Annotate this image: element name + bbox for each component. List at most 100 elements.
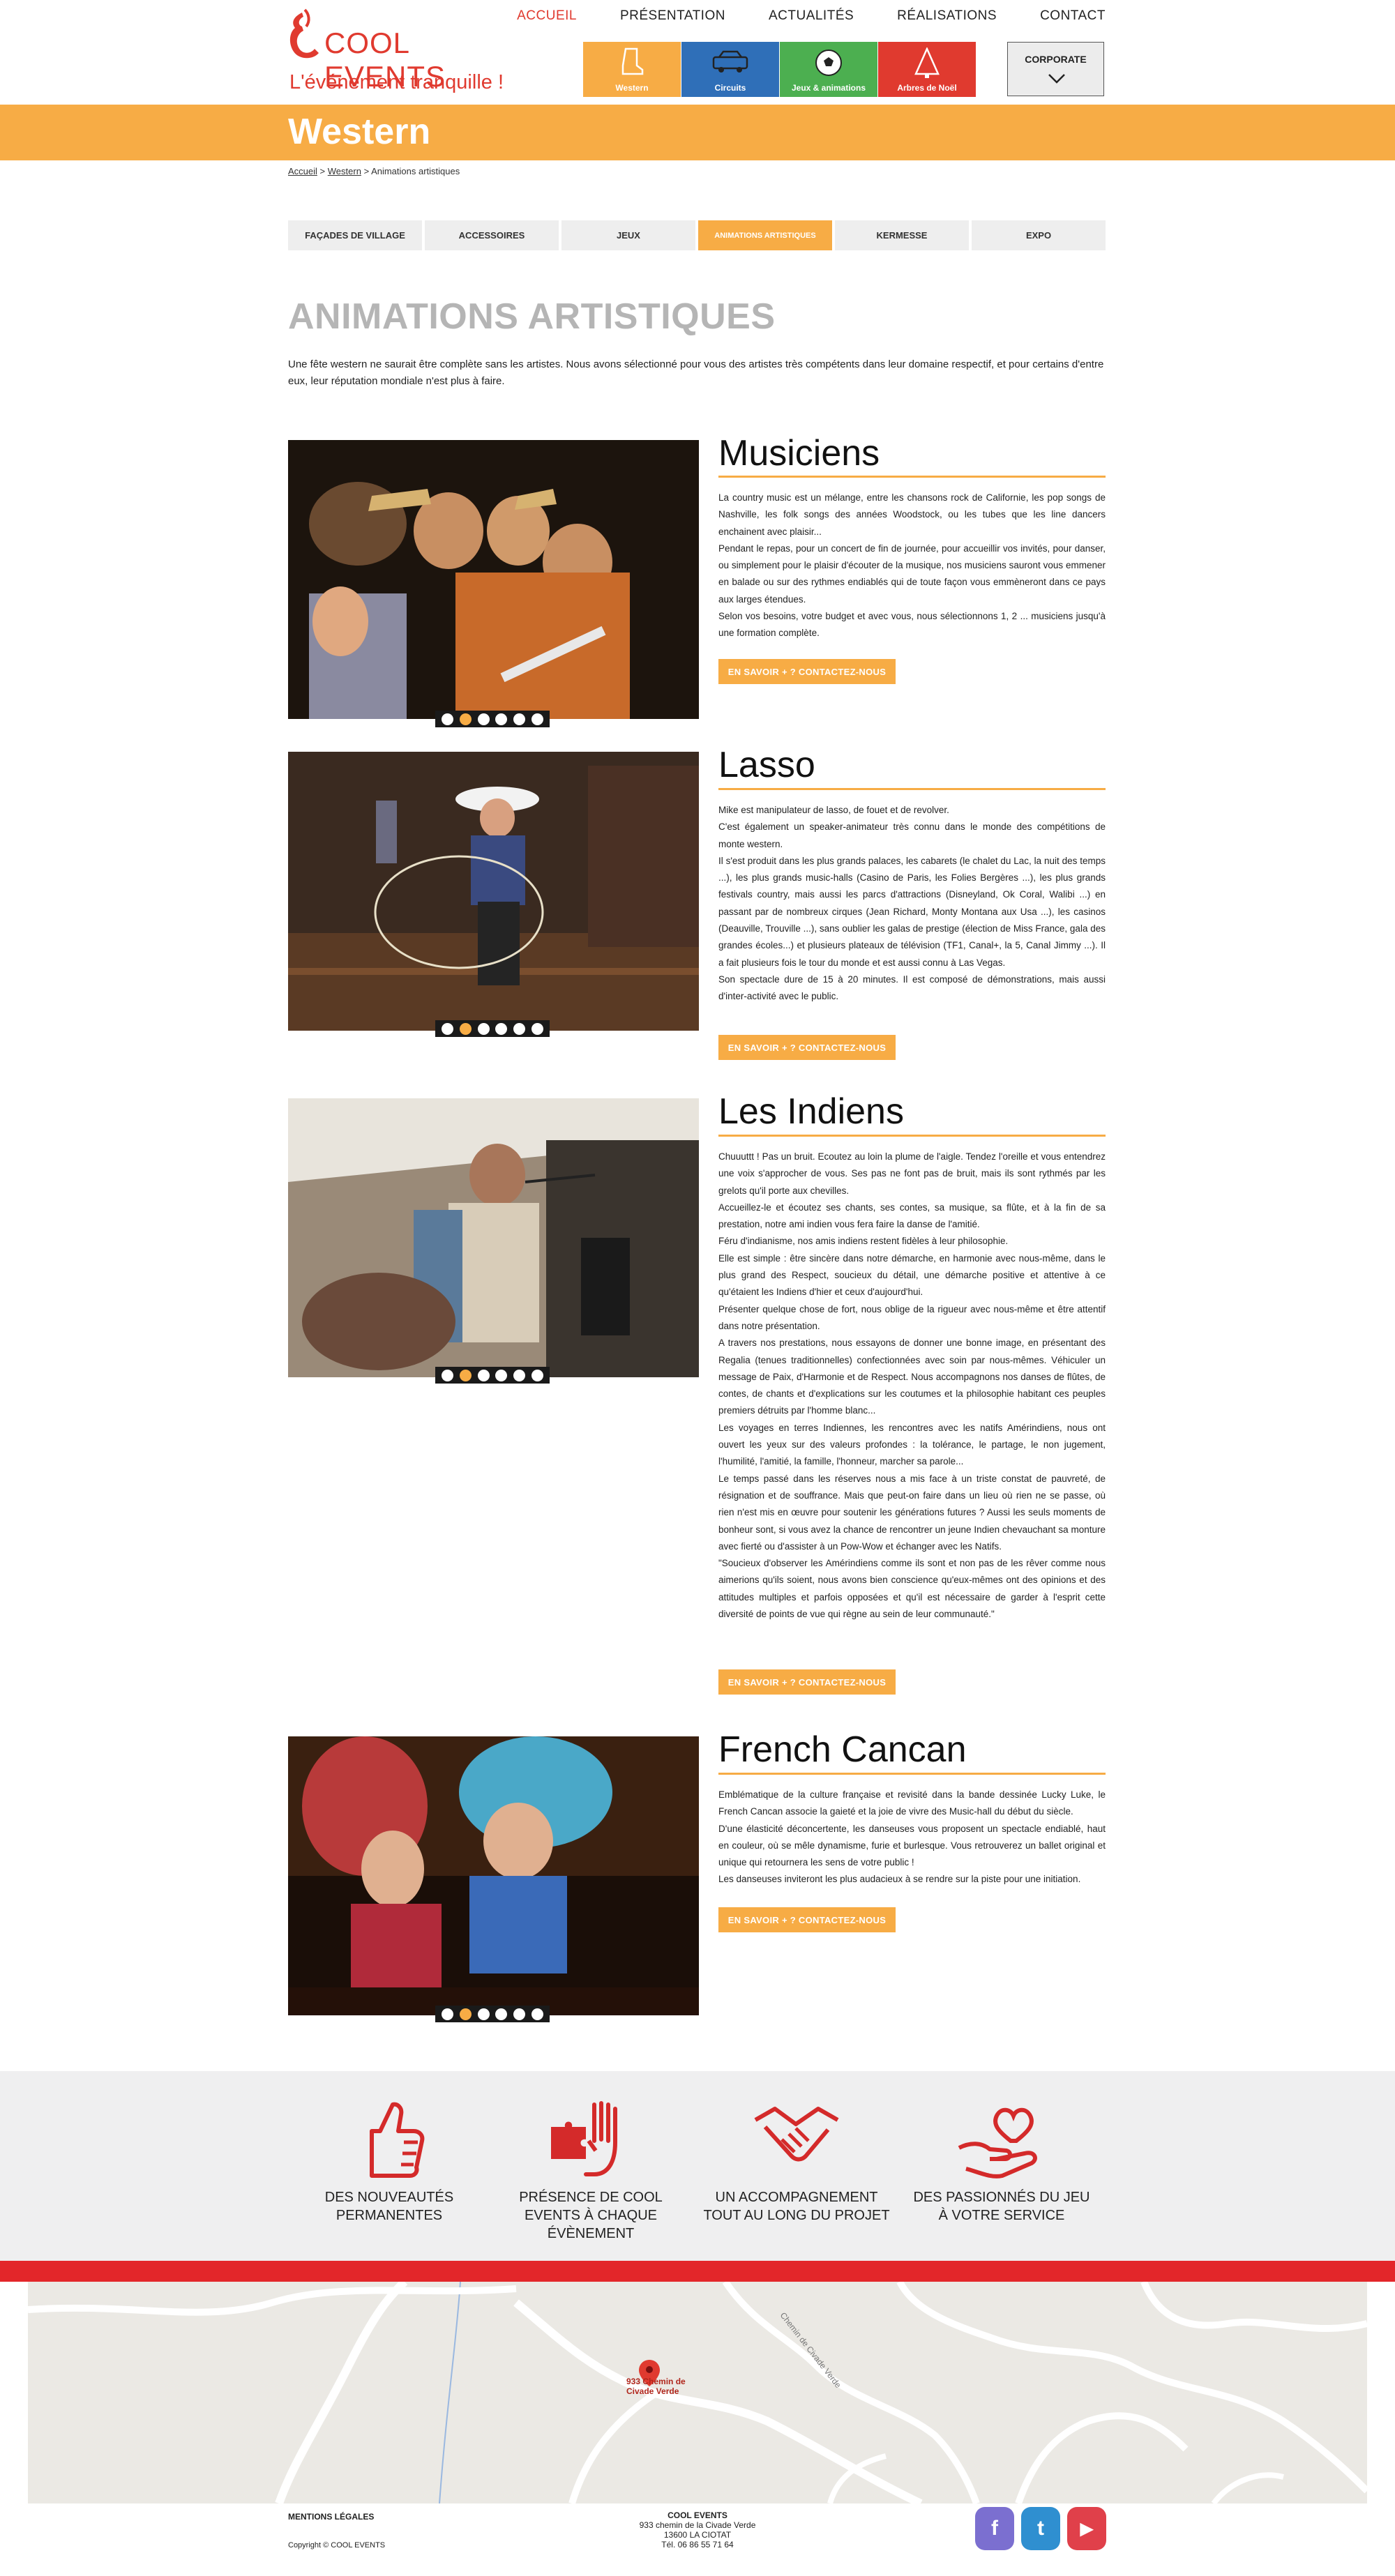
paragraph: D'une élasticité déconcertente, les dans… — [718, 1823, 1106, 1868]
map-canvas: Chemin de Civade Verde — [28, 2282, 1367, 2503]
carousel-dot[interactable] — [513, 1369, 526, 1381]
category-western[interactable]: Western — [583, 42, 681, 97]
contact-cta-button[interactable]: EN SAVOIR + ? CONTACTEZ-NOUS — [718, 1035, 896, 1060]
nav-item-actualites[interactable]: ACTUALITÉS — [769, 8, 854, 24]
carousel-dot[interactable] — [531, 2008, 544, 2020]
carousel-dot[interactable] — [513, 2008, 526, 2020]
category-noel-label: Arbres de Noël — [897, 83, 957, 93]
subtab-jeux[interactable]: JEUX — [561, 220, 695, 250]
carousel-dot-active[interactable] — [459, 713, 472, 725]
subtab-facades[interactable]: FAÇADES DE VILLAGE — [288, 220, 422, 250]
carousel-dot-active[interactable] — [459, 1369, 472, 1381]
paragraph: Les danseuses inviteront les plus audaci… — [718, 1874, 1081, 1885]
carousel-dot[interactable] — [477, 1369, 490, 1381]
carousel-dot[interactable] — [477, 713, 490, 725]
section-photo-musiciens — [288, 440, 699, 719]
paragraph: Il s'est produit dans les plus grands pa… — [718, 855, 1106, 968]
paragraph: Présenter quelque chose de fort, nous ob… — [718, 1303, 1106, 1331]
breadcrumb-home[interactable]: Accueil — [288, 166, 317, 176]
twitter-icon[interactable]: t — [1021, 2507, 1060, 2550]
carousel-dot[interactable] — [441, 2008, 453, 2020]
carousel-dot[interactable] — [531, 713, 544, 725]
chevron-down-icon — [1048, 74, 1065, 84]
breadcrumb-sep: > — [363, 166, 370, 176]
carousel-dot[interactable] — [495, 2008, 508, 2020]
carousel-dots-indiens — [435, 1367, 550, 1384]
section-title-cancan: French Cancan — [718, 1729, 967, 1770]
carousel-dot[interactable] — [495, 1022, 508, 1035]
corporate-label: CORPORATE — [1025, 54, 1087, 65]
carousel-dot[interactable] — [513, 1022, 526, 1035]
musicians-image — [288, 440, 699, 719]
footer-address: COOL EVENTS 933 chemin de la Civade Verd… — [0, 2510, 1395, 2550]
nav-item-contact[interactable]: CONTACT — [1040, 8, 1106, 24]
map-marker-label: 933 Chemin de Civade Verde — [626, 2377, 686, 2396]
paragraph: "Soucieux d'observer les Amérindiens com… — [718, 1558, 1106, 1620]
paragraph: Féru d'indianisme, nos amis indiens rest… — [718, 1236, 1009, 1247]
paragraph: Elle est simple : être sincère dans notr… — [718, 1252, 1106, 1298]
category-circuits-label: Circuits — [714, 83, 746, 93]
logo-tagline: L'événement tranquille ! — [289, 71, 504, 93]
carousel-dot-active[interactable] — [459, 1022, 472, 1035]
category-tiles: Western Circuits Jeux & animations Arbre… — [583, 42, 976, 97]
boot-icon — [621, 47, 644, 75]
nav-item-accueil[interactable]: ACCUEIL — [517, 8, 577, 24]
category-jeux-label: Jeux & animations — [791, 83, 866, 93]
site-footer: MENTIONS LÉGALES Copyright © COOL EVENTS… — [0, 2503, 1395, 2576]
carousel-dot-active[interactable] — [459, 2008, 472, 2020]
breadcrumb-parent[interactable]: Western — [328, 166, 361, 176]
subtab-expo[interactable]: EXPO — [972, 220, 1106, 250]
carousel-dot[interactable] — [441, 1022, 453, 1035]
paragraph: Emblématique de la culture française et … — [718, 1789, 1106, 1817]
carousel-dot[interactable] — [531, 1022, 544, 1035]
subtab-accessoires[interactable]: ACCESSOIRES — [425, 220, 559, 250]
facebook-icon[interactable]: f — [975, 2507, 1014, 2550]
thumbs-up-icon — [370, 2102, 425, 2178]
map[interactable]: Chemin de Civade Verde — [28, 2282, 1367, 2503]
subtab-animations[interactable]: ANIMATIONS ARTISTIQUES — [698, 220, 832, 250]
carousel-dot[interactable] — [513, 713, 526, 725]
paragraph: La country music est un mélange, entre l… — [718, 492, 1106, 537]
carousel-dot[interactable] — [495, 1369, 508, 1381]
nav-item-realisations[interactable]: RÉALISATIONS — [897, 8, 997, 24]
carousel-dot[interactable] — [441, 713, 453, 725]
section-title-indiens: Les Indiens — [718, 1091, 904, 1132]
footer-address-line: 13600 LA CIOTAT — [663, 2530, 732, 2540]
paragraph: A travers nos prestations, nous essayons… — [718, 1338, 1106, 1416]
contact-cta-button[interactable]: EN SAVOIR + ? CONTACTEZ-NOUS — [718, 1907, 896, 1932]
paragraph: C'est également un speaker-animateur trè… — [718, 821, 1106, 849]
main-nav: ACCUEIL PRÉSENTATION ACTUALITÉS RÉALISAT… — [474, 8, 1106, 24]
page-title: ANIMATIONS ARTISTIQUES — [288, 296, 776, 337]
heart-hand-icon — [958, 2107, 1037, 2179]
logo-mark-icon — [289, 8, 319, 59]
nav-item-presentation[interactable]: PRÉSENTATION — [620, 8, 725, 24]
feature-nouveautes: DES NOUVEAUTÉS PERMANENTES — [295, 2099, 483, 2225]
page-banner: Western — [0, 105, 1395, 160]
category-circuits[interactable]: Circuits — [681, 42, 779, 97]
handshake-icon — [754, 2107, 839, 2162]
carousel-dot[interactable] — [441, 1369, 453, 1381]
contact-cta-button[interactable]: EN SAVOIR + ? CONTACTEZ-NOUS — [718, 1669, 896, 1695]
subtab-kermesse[interactable]: KERMESSE — [835, 220, 969, 250]
carousel-dot[interactable] — [477, 2008, 490, 2020]
category-noel[interactable]: Arbres de Noël — [878, 42, 976, 97]
section-text-cancan: Emblématique de la culture française et … — [718, 1787, 1106, 1888]
carousel-dot[interactable] — [495, 713, 508, 725]
section-photo-lasso — [288, 752, 699, 1031]
cancan-image — [288, 1736, 699, 2015]
carousel-dot[interactable] — [477, 1022, 490, 1035]
intro-text: Une fête western ne saurait être complèt… — [288, 358, 1104, 387]
feature-label: DES PASSIONNÉS DU JEU À VOTRE SERVICE — [913, 2190, 1090, 2223]
category-jeux[interactable]: Jeux & animations — [780, 42, 877, 97]
ball-icon — [815, 50, 842, 76]
contact-cta-button[interactable]: EN SAVOIR + ? CONTACTEZ-NOUS — [718, 659, 896, 684]
youtube-icon[interactable]: ▶ — [1067, 2507, 1106, 2550]
carousel-dots-musiciens — [435, 711, 550, 727]
carousel-dot[interactable] — [531, 1369, 544, 1381]
section-text-musiciens: La country music est un mélange, entre l… — [718, 490, 1106, 642]
red-divider — [0, 2261, 1395, 2282]
section-photo-indiens — [288, 1098, 699, 1377]
corporate-button[interactable]: CORPORATE — [1007, 42, 1104, 96]
puzzle-hand-icon — [551, 2101, 617, 2176]
paragraph: Les voyages en terres Indiennes, les ren… — [718, 1422, 1106, 1467]
